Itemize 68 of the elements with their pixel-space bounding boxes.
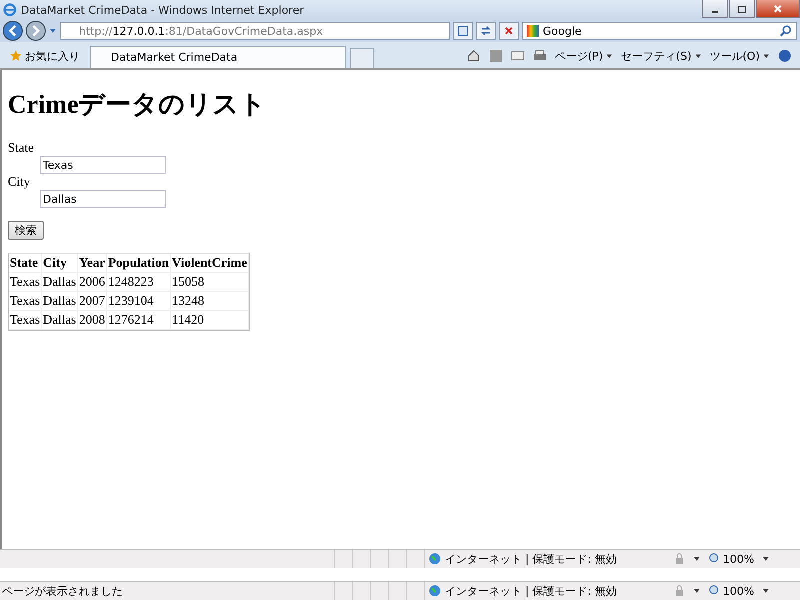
zoom-level[interactable]: 100% xyxy=(723,584,754,598)
forward-button[interactable] xyxy=(26,21,46,41)
status-message: ページが表示されました xyxy=(2,584,123,598)
table-cell: 2007 xyxy=(78,292,108,311)
command-menu[interactable]: ページ(P) xyxy=(554,48,614,64)
globe-icon xyxy=(429,585,441,597)
dropdown-icon[interactable] xyxy=(693,587,701,595)
table-cell: Dallas xyxy=(42,273,78,292)
column-header: City xyxy=(42,254,78,273)
table-cell: 1248223 xyxy=(107,273,172,292)
caret-icon xyxy=(694,52,702,60)
caret-icon xyxy=(763,52,770,60)
search-icon[interactable] xyxy=(780,25,792,37)
table-cell: Texas xyxy=(9,311,42,330)
window-title: DataMarket CrimeData - Windows Internet Explorer xyxy=(21,4,304,16)
column-header: ViolentCrime xyxy=(171,254,250,273)
back-button[interactable] xyxy=(3,21,23,41)
page-icon xyxy=(457,25,469,37)
table-cell: 13248 xyxy=(171,292,250,311)
zoom-level[interactable]: 100% xyxy=(723,552,754,566)
dropdown-icon[interactable] xyxy=(762,555,770,563)
column-header: Year xyxy=(78,254,108,273)
address-field[interactable]: http://127.0.0.1:81/DataGovCrimeData.aspx xyxy=(60,22,450,40)
search-field[interactable]: Google xyxy=(522,22,797,40)
input-field[interactable]: Dallas xyxy=(40,190,166,208)
command-menu[interactable]: ツール(O) xyxy=(710,48,770,64)
refresh-icon xyxy=(480,25,492,37)
favorites-button[interactable]: お気に入り xyxy=(4,44,86,68)
close-icon xyxy=(773,4,783,14)
command-menu[interactable]: セーフティ(S) xyxy=(621,48,702,64)
table-cell: 1239104 xyxy=(107,292,172,311)
close-button[interactable] xyxy=(756,0,800,18)
table-cell: 1276214 xyxy=(107,311,172,330)
field-label: City xyxy=(8,174,32,190)
table-cell: Dallas xyxy=(42,311,78,330)
dropdown-icon[interactable] xyxy=(762,587,770,595)
page-heading: Crimeデータのリスト xyxy=(8,89,268,121)
minimize-button[interactable] xyxy=(702,0,728,18)
table-cell: Texas xyxy=(9,273,42,292)
caret-icon xyxy=(606,52,614,60)
home-icon[interactable] xyxy=(466,49,481,63)
table-cell: 2008 xyxy=(78,311,108,330)
security-zone: インターネット | 保護モード: 無効 xyxy=(445,552,617,566)
field-label: State xyxy=(8,140,35,156)
printer-icon[interactable] xyxy=(532,49,547,63)
table-cell: 11420 xyxy=(171,311,250,330)
input-field[interactable]: Texas xyxy=(40,156,166,174)
mail-icon[interactable] xyxy=(510,49,525,63)
browser-tab[interactable]: DataMarket CrimeData xyxy=(90,46,346,68)
column-header: State xyxy=(9,254,42,273)
minimize-icon xyxy=(712,10,718,12)
dropdown-icon[interactable] xyxy=(693,555,701,563)
compatibility-button[interactable] xyxy=(453,22,473,40)
star-icon xyxy=(10,50,22,62)
maximize-icon xyxy=(737,4,747,14)
table-cell: 15058 xyxy=(171,273,250,292)
table-cell: Dallas xyxy=(42,292,78,311)
stop-button[interactable] xyxy=(499,22,519,40)
close-icon xyxy=(503,25,515,37)
table-cell: 2006 xyxy=(78,273,108,292)
browser-logo-icon xyxy=(3,3,17,17)
security-zone: インターネット | 保護モード: 無効 xyxy=(445,584,617,598)
table-cell: Texas xyxy=(9,292,42,311)
maximize-button[interactable] xyxy=(729,0,755,18)
search-button[interactable]: 検索 xyxy=(8,221,44,240)
globe-icon xyxy=(429,553,441,565)
column-header: Population xyxy=(107,254,172,273)
refresh-button[interactable] xyxy=(476,22,496,40)
